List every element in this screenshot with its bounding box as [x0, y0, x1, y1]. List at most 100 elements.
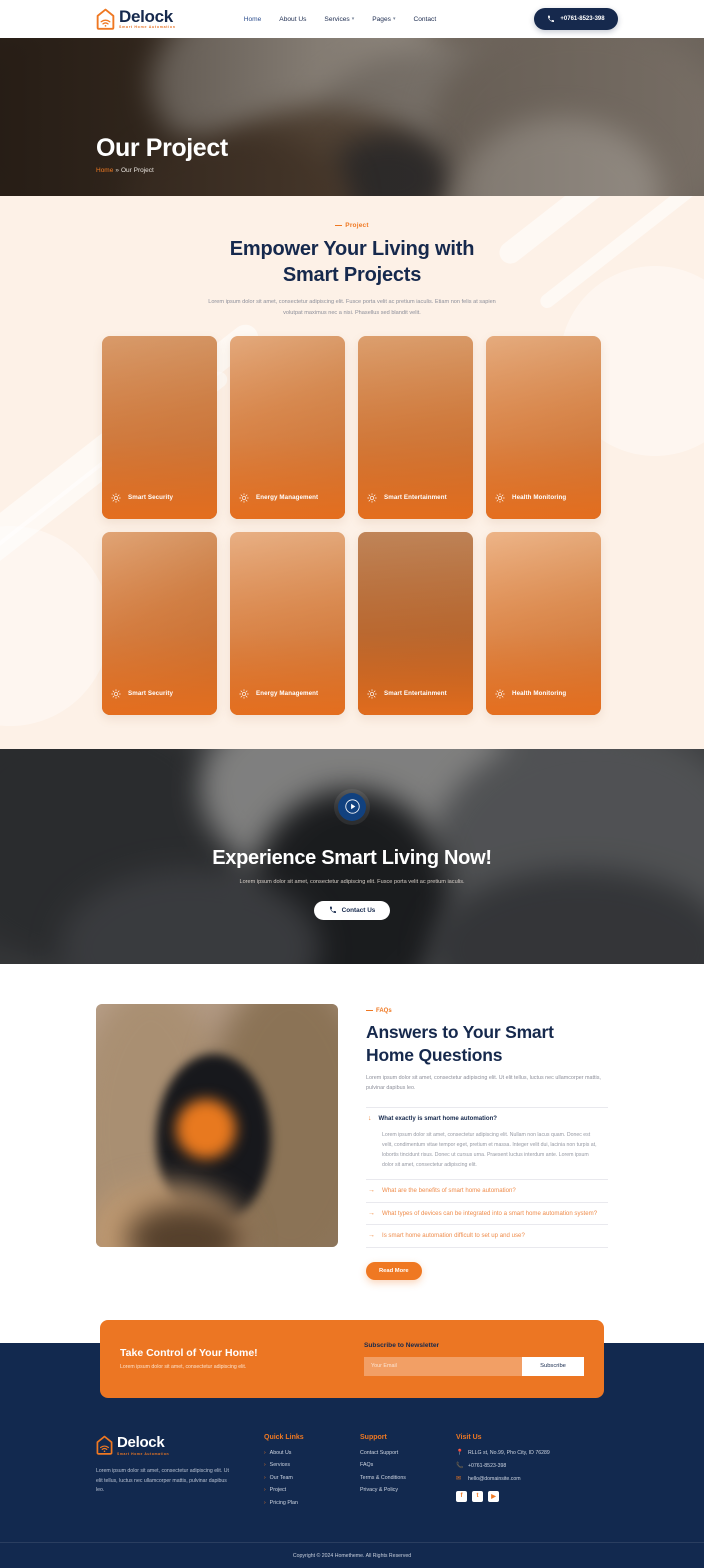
footer-brand-column: Delock Smart Home Automation Lorem ipsum… — [96, 1434, 264, 1513]
footer-link-privacy-policy[interactable]: Privacy & Policy — [360, 1487, 456, 1493]
sun-icon — [495, 493, 505, 503]
faq-eyebrow: FAQs — [366, 1008, 608, 1014]
faq-item[interactable]: → What types of devices can be integrate… — [366, 1203, 608, 1226]
social-glyph: f — [460, 1493, 463, 1500]
faq-row: FAQs Answers to Your Smart Home Question… — [96, 1003, 608, 1280]
hero-content: Our Project Home» Our Project — [96, 134, 228, 174]
nav-label: About Us — [279, 15, 307, 23]
project-card[interactable]: Smart Security — [102, 531, 217, 715]
project-card-label: Smart Security — [111, 493, 209, 503]
eyebrow-dash-icon — [366, 1009, 373, 1011]
footer-link-terms-conditions[interactable]: Terms & Conditions — [360, 1475, 456, 1481]
footer-column-heading: Visit Us — [456, 1433, 482, 1441]
nav-label: Home — [243, 15, 262, 23]
cta-video-band: Experience Smart Living Now! Lorem ipsum… — [0, 748, 704, 964]
footer-link-about-us[interactable]: › About Us — [264, 1450, 360, 1456]
facebook-icon[interactable]: f — [456, 1490, 467, 1502]
footer-link-label: Contact Support — [360, 1449, 399, 1456]
nav-item-pages[interactable]: Pages ▾ — [372, 16, 395, 23]
play-video-button[interactable] — [338, 792, 366, 821]
project-card-tint — [486, 531, 601, 715]
footer-link-our-team[interactable]: › Our Team — [264, 1475, 360, 1481]
nav-label: Pages — [372, 15, 391, 23]
chevron-down-icon: ▾ — [351, 16, 355, 22]
contact-us-label: Contact Us — [341, 906, 376, 914]
faq-heading-line1: Answers to Your Smart — [366, 1021, 554, 1042]
header-phone-button[interactable]: +0761-8523-398 — [534, 8, 618, 30]
footer-logo-title: Delock — [117, 1433, 165, 1451]
nav-item-about-us[interactable]: About Us — [279, 16, 306, 23]
faq-item-header[interactable]: → Is smart home automation difficult to … — [366, 1225, 608, 1247]
faq-description: Lorem ipsum dolor sit amet, consectetur … — [366, 1075, 601, 1091]
contact-us-button[interactable]: Contact Us — [313, 900, 391, 920]
subscribe-button[interactable]: Subscribe — [522, 1356, 584, 1376]
project-card[interactable]: Energy Management — [230, 531, 345, 715]
phone-icon — [548, 15, 555, 22]
footer-visit-column: Visit Us 📍 RLLG st, No.99, Pho City, ID … — [456, 1434, 606, 1513]
faq-item[interactable]: → What are the benefits of smart home au… — [366, 1180, 608, 1203]
site-logo[interactable]: Delock Smart Home Automation — [96, 8, 176, 30]
project-card[interactable]: Health Monitoring — [486, 335, 601, 519]
footer-link-faqs[interactable]: FAQs — [360, 1462, 456, 1468]
band-description: Lorem ipsum dolor sit amet, consectetur … — [239, 878, 465, 885]
read-more-button[interactable]: Read More — [366, 1261, 422, 1280]
breadcrumb-separator: » — [115, 167, 119, 174]
newsletter-title: Take Control of Your Home! — [120, 1347, 258, 1360]
twitter-icon[interactable]: t — [472, 1490, 483, 1502]
footer-about-text: Lorem ipsum dolor sit amet, consectetur … — [96, 1467, 229, 1494]
project-card[interactable]: Smart Entertainment — [358, 531, 473, 715]
eyebrow-dash-icon — [335, 224, 343, 226]
newsletter-form-block: Subscribe to Newsletter Subscribe — [352, 1342, 584, 1376]
project-card-tint — [358, 335, 473, 519]
faq-question: What are the benefits of smart home auto… — [382, 1187, 516, 1195]
project-card[interactable]: Smart Security — [102, 335, 217, 519]
project-card[interactable]: Smart Entertainment — [358, 335, 473, 519]
footer-link-project[interactable]: › Project — [264, 1487, 360, 1493]
nav-item-services[interactable]: Services ▾ — [324, 16, 354, 23]
projects-description: Lorem ipsum dolor sit amet, consectetur … — [208, 299, 496, 316]
footer-logo[interactable]: Delock Smart Home Automation — [96, 1434, 264, 1456]
faq-item-header[interactable]: → What are the benefits of smart home au… — [366, 1180, 608, 1202]
footer-link-label: Pricing Plan — [269, 1499, 298, 1506]
faq-item-header[interactable]: → What types of devices can be integrate… — [366, 1203, 608, 1225]
faq-item[interactable]: ↓ What exactly is smart home automation?… — [366, 1107, 608, 1181]
footer-social-links: f t ▶ — [456, 1490, 606, 1502]
chevron-right-icon: › — [264, 1487, 266, 1494]
page-title: Our Project — [96, 134, 228, 162]
project-card-label: Smart Entertainment — [367, 493, 465, 503]
logo-title: Delock — [119, 7, 173, 27]
youtube-icon[interactable]: ▶ — [488, 1490, 499, 1502]
footer-logo-tagline: Smart Home Automation — [117, 1451, 170, 1456]
sun-icon — [239, 493, 249, 503]
chevron-right-icon: › — [264, 1474, 266, 1481]
breadcrumb-home-link[interactable]: Home — [96, 167, 113, 174]
faq-item[interactable]: → Is smart home automation difficult to … — [366, 1225, 608, 1248]
band-heading: Experience Smart Living Now! — [212, 846, 492, 869]
footer-quick-links-column: Quick Links › About Us › Services › Our Tea… — [264, 1434, 360, 1513]
project-card[interactable]: Health Monitoring — [486, 531, 601, 715]
footer-link-label: Terms & Conditions — [360, 1474, 406, 1481]
footer-link-contact-support[interactable]: Contact Support — [360, 1450, 456, 1456]
project-card[interactable]: Energy Management — [230, 335, 345, 519]
footer-link-label: Privacy & Policy — [360, 1487, 398, 1494]
nav-item-home[interactable]: Home — [244, 16, 262, 23]
footer-link-pricing-plan[interactable]: › Pricing Plan — [264, 1500, 360, 1506]
newsletter-email-input[interactable] — [364, 1356, 522, 1376]
footer-phone[interactable]: 📞 +0761-8523-398 — [456, 1463, 606, 1469]
site-header: Delock Smart Home Automation Home About … — [0, 0, 704, 38]
nav-item-contact[interactable]: Contact — [413, 16, 436, 23]
sun-icon — [367, 493, 377, 503]
delock-house-logo-icon — [96, 1435, 113, 1455]
footer-link-services[interactable]: › Services — [264, 1462, 360, 1468]
faq-question: What exactly is smart home automation? — [378, 1115, 498, 1123]
arrow-down-icon: ↓ — [368, 1115, 372, 1123]
projects-section: Project Empower Your Living with Smart P… — [0, 196, 704, 749]
project-card-title: Health Monitoring — [512, 494, 567, 502]
footer-link-label: FAQs — [360, 1462, 374, 1469]
footer-link-label: Project — [269, 1487, 287, 1494]
social-glyph: t — [476, 1493, 479, 1500]
faq-item-header[interactable]: ↓ What exactly is smart home automation? — [366, 1108, 608, 1130]
footer-email[interactable]: ✉ hello@domainsite.com — [456, 1476, 606, 1482]
chevron-right-icon: › — [264, 1449, 266, 1456]
projects-heading-line1: Empower Your Living with — [229, 238, 475, 260]
